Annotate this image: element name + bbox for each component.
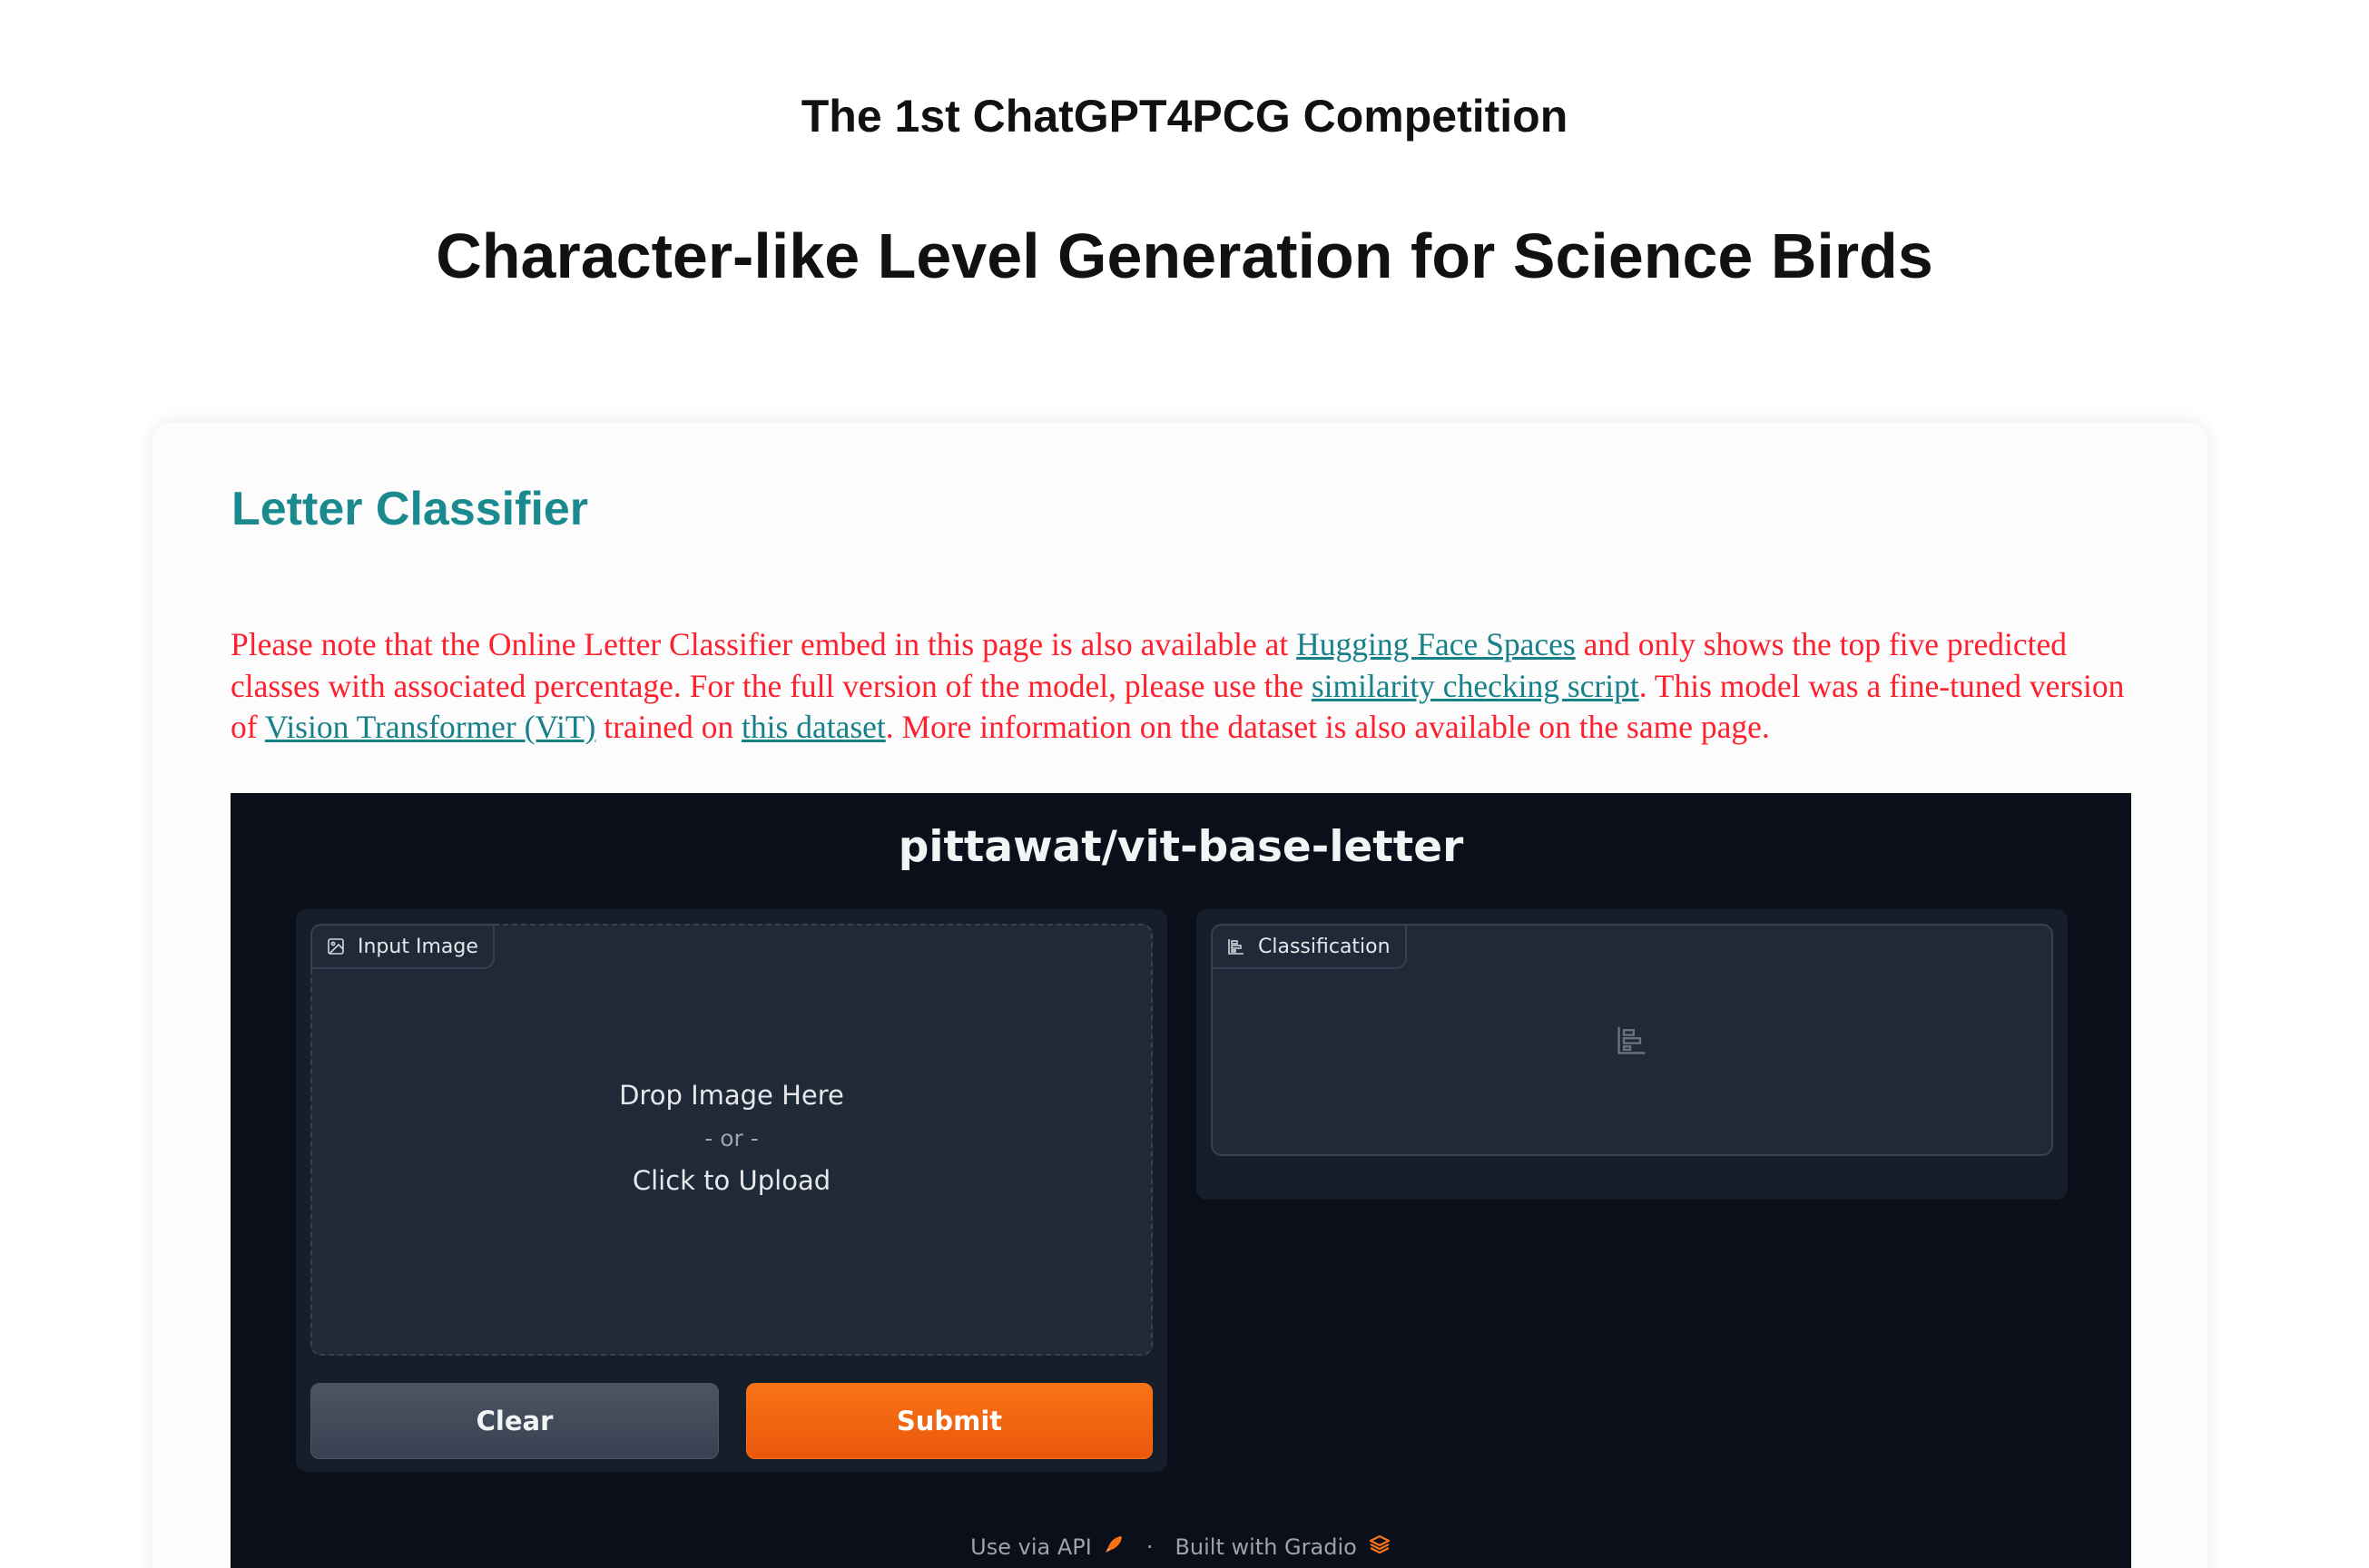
drop-image-text: Drop Image Here bbox=[619, 1080, 844, 1111]
clear-button[interactable]: Clear bbox=[310, 1383, 719, 1459]
page-title: Character-like Level Generation for Scie… bbox=[436, 220, 1933, 291]
similarity-checking-script-link[interactable]: similarity checking script bbox=[1312, 668, 1639, 704]
classifier-note: Please note that the Online Letter Class… bbox=[231, 624, 2137, 749]
letter-classifier-card: Letter Classifier Please note that the O… bbox=[152, 423, 2207, 1568]
app-title: pittawat/vit-base-letter bbox=[898, 822, 1464, 872]
image-upload-dropzone[interactable]: Input Image Drop Image Here - or - Click… bbox=[310, 924, 1153, 1356]
dataset-link[interactable]: this dataset bbox=[742, 709, 886, 745]
submit-button[interactable]: Submit bbox=[746, 1383, 1153, 1459]
competition-title: The 1st ChatGPT4PCG Competition bbox=[801, 91, 1568, 142]
built-with-gradio-link[interactable]: Built with Gradio bbox=[1175, 1534, 1391, 1561]
input-image-label: Input Image bbox=[310, 924, 495, 969]
use-via-api-link[interactable]: Use via API bbox=[970, 1534, 1125, 1561]
built-with-gradio-text: Built with Gradio bbox=[1175, 1534, 1357, 1560]
input-image-label-text: Input Image bbox=[358, 935, 478, 958]
click-to-upload-text: Click to Upload bbox=[632, 1165, 831, 1196]
vision-transformer-link[interactable]: Vision Transformer (ViT) bbox=[265, 709, 596, 745]
classification-label-text: Classification bbox=[1258, 935, 1391, 958]
bar-chart-icon bbox=[1227, 937, 1245, 956]
upload-instructions: Drop Image Here - or - Click to Upload bbox=[312, 1074, 1151, 1202]
image-icon bbox=[327, 937, 345, 956]
gradio-logo-icon bbox=[1368, 1534, 1391, 1561]
empty-chart-icon bbox=[1616, 1024, 1648, 1061]
hugging-face-spaces-link[interactable]: Hugging Face Spaces bbox=[1296, 626, 1576, 662]
classification-output: Classification bbox=[1211, 924, 2053, 1156]
note-text-4: trained on bbox=[595, 709, 742, 745]
input-panel: Input Image Drop Image Here - or - Click… bbox=[296, 909, 1167, 1472]
output-panel: Classification bbox=[1196, 909, 2068, 1200]
section-heading: Letter Classifier bbox=[231, 483, 589, 535]
use-via-api-text: Use via API bbox=[970, 1534, 1092, 1560]
footer-separator: · bbox=[1145, 1534, 1154, 1560]
app-footer: Use via API · Built with Gradio bbox=[231, 1534, 2131, 1561]
note-text-5: . More information on the dataset is als… bbox=[885, 709, 1770, 745]
note-text-1: Please note that the Online Letter Class… bbox=[231, 626, 1297, 662]
classification-label: Classification bbox=[1211, 924, 1407, 969]
gradio-app-embed: pittawat/vit-base-letter Input Image Dro… bbox=[231, 793, 2131, 1568]
rocket-icon bbox=[1103, 1534, 1125, 1561]
or-text: - or - bbox=[704, 1125, 759, 1152]
